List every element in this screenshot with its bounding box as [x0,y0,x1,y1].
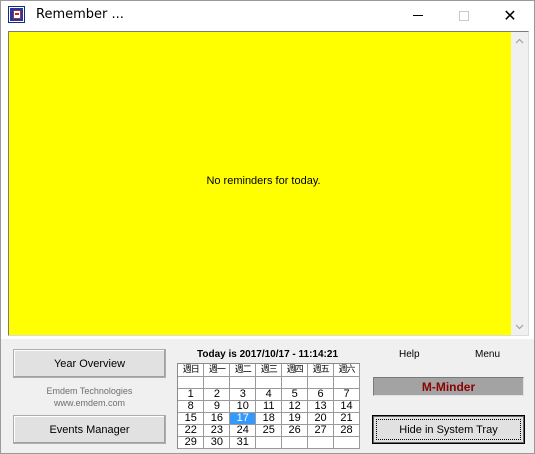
calendar-day[interactable]: 28 [333,424,360,437]
calendar-empty-cell [333,436,360,449]
month-calendar[interactable]: 週日 週一 週二 週三 週四 週五 週六 1 2 3 4 5 6 7 8 9 10 11 12 13 14… [177,363,360,449]
calendar-empty-cell [281,436,309,449]
calendar-week-row: 29 30 31 [178,436,360,449]
hide-in-system-tray-button[interactable]: Hide in System Tray [372,415,525,444]
calendar-day[interactable]: 15 [178,412,205,425]
calendar-empty-cell [307,376,335,389]
calendar-day[interactable]: 16 [203,412,231,425]
vertical-scrollbar[interactable] [511,32,528,335]
product-name-label: M-Minder [373,377,524,396]
weekday-header-row: 週日 週一 週二 週三 週四 週五 週六 [178,364,360,377]
calendar-day[interactable]: 18 [255,412,283,425]
calendar-empty-cell [203,376,231,389]
weekday-label: 週三 [255,364,283,377]
control-panel: Year Overview Emdem Technologies www.emd… [1,339,534,453]
calendar-week-row [178,376,360,389]
today-datetime: Today is 2017/10/17 - 11:14:21 [196,349,338,360]
calendar-day[interactable]: 23 [203,424,231,437]
calendar-day[interactable]: 29 [178,436,205,449]
calendar-day[interactable]: 3 [229,388,257,401]
calendar-day[interactable]: 25 [255,424,283,437]
weekday-label: 週四 [281,364,309,377]
calendar-day[interactable]: 20 [307,412,335,425]
help-link[interactable]: Help [399,349,420,360]
calendar-day[interactable]: 9 [203,400,231,413]
calendar-day[interactable]: 10 [229,400,257,413]
calendar-day[interactable]: 19 [281,412,309,425]
weekday-label: 週一 [203,364,231,377]
calendar-day[interactable]: 27 [307,424,335,437]
weekday-label: 週日 [178,364,205,377]
calendar-week-row: 22 23 24 25 26 27 28 [178,424,360,437]
calendar-day[interactable]: 4 [255,388,283,401]
app-icon[interactable] [8,6,25,23]
calendar-day[interactable]: 5 [281,388,309,401]
maximize-icon [459,10,469,21]
close-icon: ✕ [503,7,517,25]
calendar-empty-cell [255,376,283,389]
weekday-label: 週六 [333,364,360,377]
maximize-button[interactable] [441,1,487,30]
hide-in-system-tray-label: Hide in System Tray [399,423,498,436]
app-window: Remember ... ✕ No reminders for today. Y… [0,0,535,454]
calendar-day[interactable]: 1 [178,388,205,401]
calendar-day[interactable]: 30 [203,436,231,449]
title-bar[interactable]: Remember ... ✕ [1,1,534,30]
calendar-empty-cell [178,376,205,389]
calendar-day[interactable]: 31 [229,436,257,449]
calendar-empty-cell [307,436,335,449]
window-title: Remember ... [36,7,124,22]
scroll-up-arrow-icon[interactable] [511,32,528,49]
scroll-down-arrow-icon[interactable] [511,318,528,335]
calendar-day[interactable]: 26 [281,424,309,437]
calendar-day[interactable]: 21 [333,412,360,425]
calendar-empty-cell [281,376,309,389]
calendar-day[interactable]: 8 [178,400,205,413]
calendar-day-selected[interactable]: 17 [229,412,257,425]
company-info: Emdem Technologies www.emdem.com [13,385,166,409]
weekday-label: 週五 [307,364,335,377]
close-button[interactable]: ✕ [487,1,533,30]
calendar-empty-cell [255,436,283,449]
calendar-day[interactable]: 7 [333,388,360,401]
events-manager-button[interactable]: Events Manager [13,415,166,444]
minimize-icon [413,15,423,16]
calendar-day[interactable]: 2 [203,388,231,401]
weekday-label: 週二 [229,364,257,377]
calendar-week-row: 15 16 17 18 19 20 21 [178,412,360,425]
calendar-day[interactable]: 11 [255,400,283,413]
calendar-empty-cell [229,376,257,389]
calendar-day[interactable]: 14 [333,400,360,413]
calendar-week-row: 1234567 [178,388,360,401]
reminders-pane[interactable]: No reminders for today. [8,31,529,336]
calendar-day[interactable]: 24 [229,424,257,437]
calendar-empty-cell [333,376,360,389]
minimize-button[interactable] [395,1,441,30]
calendar-week-row: 8 9 10 11 12 13 14 [178,400,360,413]
company-name: Emdem Technologies [46,386,133,396]
calendar-day[interactable]: 22 [178,424,205,437]
calendar-day[interactable]: 6 [307,388,335,401]
menu-link[interactable]: Menu [475,349,500,360]
calendar-day[interactable]: 13 [307,400,335,413]
no-reminders-message: No reminders for today. [206,175,321,187]
company-url: www.emdem.com [53,398,125,408]
year-overview-button[interactable]: Year Overview [13,349,166,378]
calendar-day[interactable]: 12 [281,400,309,413]
